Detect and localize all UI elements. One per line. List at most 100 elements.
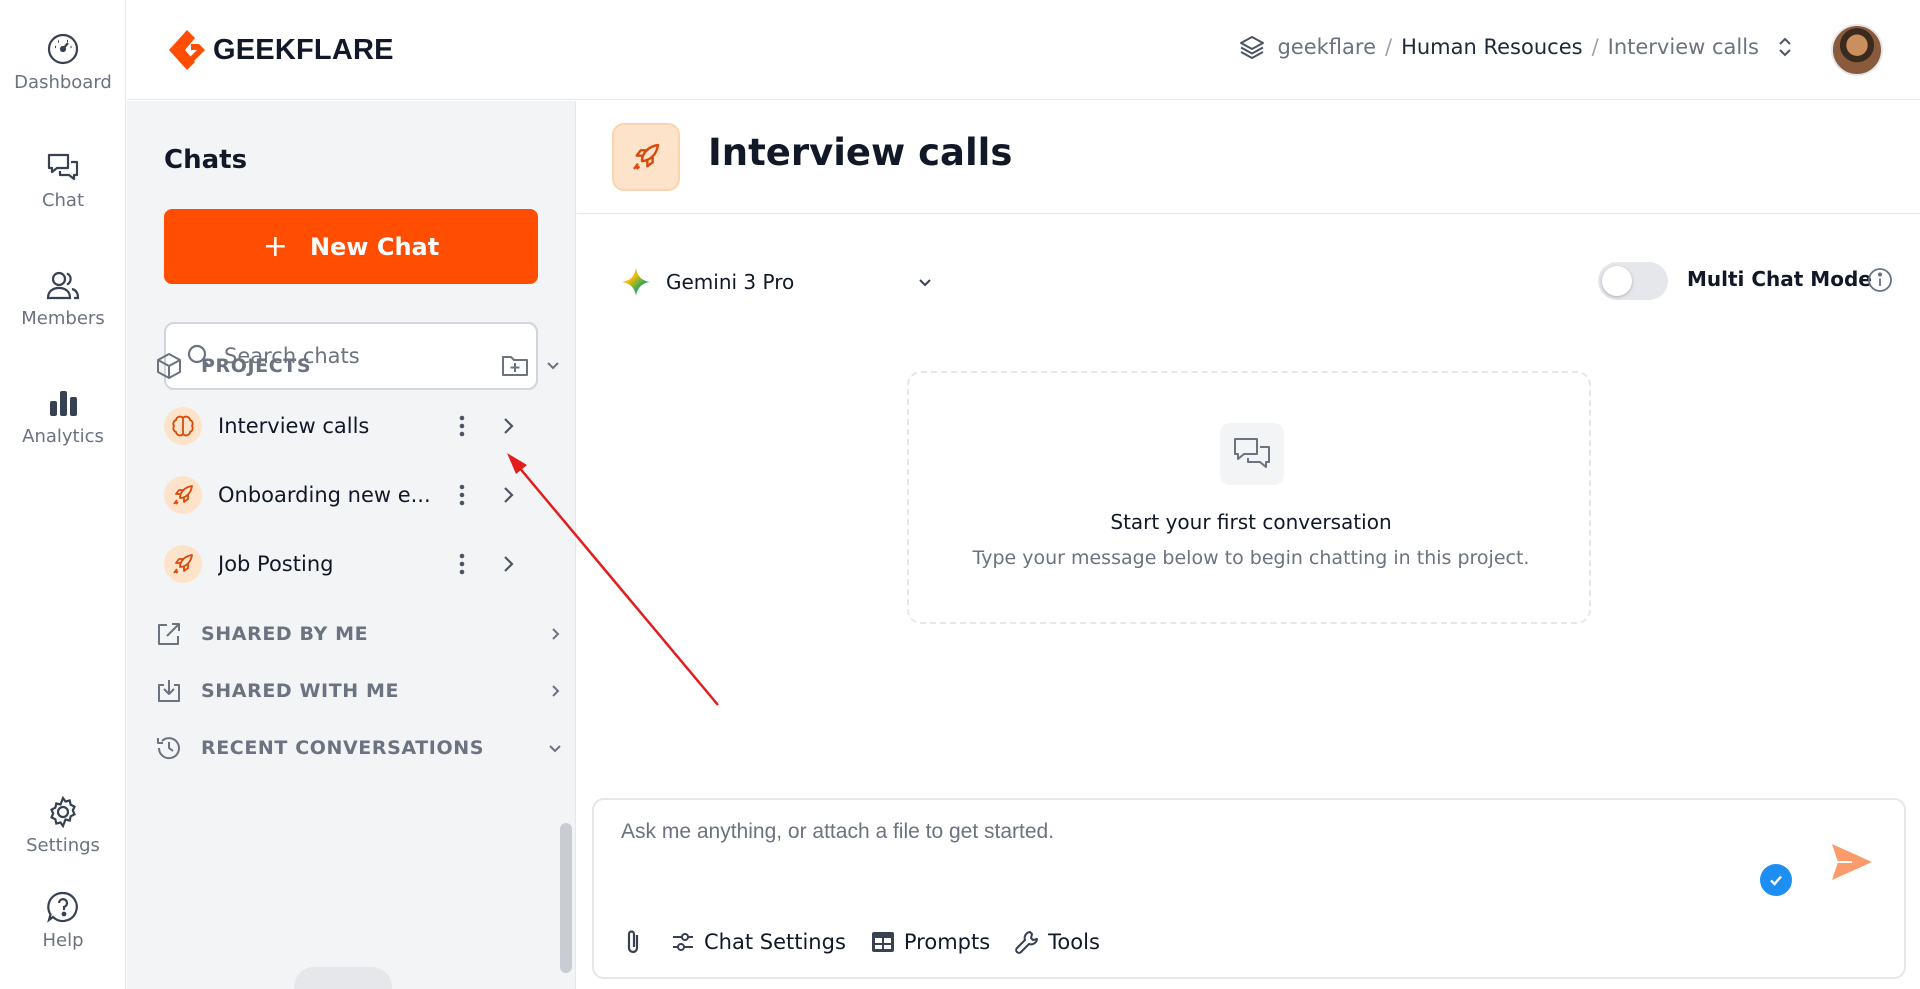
chat-settings-label: Chat Settings — [704, 930, 846, 954]
rail-item-chat[interactable]: Chat — [0, 150, 126, 211]
rocket-icon — [173, 554, 193, 574]
main-panel: Interview calls Gemini 3 Pro Multi Chat … — [577, 101, 1920, 989]
sliders-icon — [673, 933, 693, 951]
project-header-icon — [612, 123, 680, 191]
rocket-icon — [633, 143, 660, 170]
breadcrumb-team[interactable]: Human Resouces — [1401, 35, 1582, 59]
more-vertical-icon[interactable] — [455, 413, 469, 439]
chats-sidebar: Chats + New Chat PROJECTS — [127, 101, 576, 989]
chevron-up-down-icon[interactable] — [1775, 34, 1795, 60]
rail-item-dashboard[interactable]: Dashboard — [0, 32, 126, 93]
composer-toolbar: Chat Settings Prompts Tools — [620, 928, 1124, 956]
logo-text: GEEKFLARE — [213, 33, 394, 66]
model-label: Gemini 3 Pro — [666, 270, 795, 294]
rail-item-settings[interactable]: Settings — [0, 795, 126, 856]
section-shared-with-me[interactable]: SHARED WITH ME — [155, 671, 560, 711]
chat-settings-button[interactable]: Chat Settings — [670, 929, 846, 955]
layers-icon — [1240, 36, 1265, 59]
new-folder-icon[interactable] — [501, 352, 529, 378]
section-label-shared-with-me: SHARED WITH ME — [201, 680, 400, 702]
paperclip-icon — [627, 930, 639, 954]
section-label-recent: RECENT CONVERSATIONS — [201, 737, 485, 759]
left-rail: Dashboard Chat Members Analytics Setting… — [0, 0, 126, 989]
chevron-right-icon[interactable] — [545, 624, 565, 644]
project-header: Interview calls — [577, 101, 1920, 214]
download-tray-icon — [158, 680, 180, 702]
section-projects[interactable]: PROJECTS — [155, 346, 559, 386]
chevron-right-icon[interactable] — [545, 681, 565, 701]
project-item[interactable]: Onboarding new e... — [164, 470, 538, 520]
dashboard-icon — [47, 33, 79, 65]
table-icon — [871, 932, 894, 952]
model-selector[interactable]: Gemini 3 Pro — [620, 259, 960, 305]
chat-bubbles-icon — [1234, 438, 1270, 468]
sidebar-bottom-handle[interactable] — [294, 967, 392, 989]
project-icon — [164, 476, 202, 514]
wrench-icon — [1015, 931, 1039, 954]
empty-state-icon-box — [1220, 423, 1284, 485]
new-chat-label: New Chat — [309, 232, 440, 261]
members-icon — [46, 271, 80, 300]
cube-icon — [157, 353, 181, 379]
send-icon[interactable] — [1830, 842, 1874, 882]
user-avatar[interactable] — [1831, 24, 1883, 76]
rail-label-settings: Settings — [26, 835, 100, 856]
rail-label-help: Help — [42, 930, 84, 951]
prompts-label: Prompts — [903, 930, 991, 954]
verified-check-icon[interactable] — [1760, 864, 1792, 896]
chevron-right-icon[interactable] — [498, 414, 518, 438]
project-icon — [164, 407, 202, 445]
breadcrumb-workspace[interactable]: geekflare — [1277, 35, 1376, 59]
gemini-sparkle-icon — [622, 268, 650, 296]
chat-icon — [47, 153, 79, 181]
logo-mark-icon — [169, 30, 205, 70]
prompts-button[interactable]: Prompts — [870, 929, 990, 955]
rail-label-members: Members — [21, 308, 105, 329]
external-link-icon — [158, 623, 180, 645]
rail-label-dashboard: Dashboard — [14, 72, 112, 93]
geekflare-logo[interactable]: GEEKFLARE — [167, 28, 394, 72]
info-icon[interactable] — [1866, 266, 1894, 294]
empty-state-subtitle: Type your message below to begin chattin… — [972, 547, 1530, 569]
chevron-down-icon — [919, 279, 931, 287]
chevron-right-icon[interactable] — [498, 552, 518, 576]
app-root: Dashboard Chat Members Analytics Setting… — [0, 0, 1920, 989]
rail-item-help[interactable]: Help — [0, 890, 126, 951]
rocket-icon — [173, 485, 193, 505]
section-shared-by-me[interactable]: SHARED BY ME — [155, 614, 560, 654]
project-item[interactable]: Job Posting — [164, 539, 538, 589]
sidebar-title: Chats — [164, 145, 248, 175]
tools-label: Tools — [1048, 930, 1100, 954]
rail-item-analytics[interactable]: Analytics — [0, 386, 126, 447]
rail-label-analytics: Analytics — [22, 426, 104, 447]
page-title: Interview calls — [708, 131, 1013, 174]
project-item[interactable]: Interview calls — [164, 401, 538, 451]
project-label: Onboarding new e... — [218, 483, 431, 507]
more-vertical-icon[interactable] — [455, 482, 469, 508]
gear-icon — [50, 795, 76, 829]
more-vertical-icon[interactable] — [455, 551, 469, 577]
multi-chat-label: Multi Chat Mode — [1687, 267, 1872, 291]
sidebar-scrollbar[interactable] — [560, 823, 572, 973]
new-chat-button[interactable]: + New Chat — [164, 209, 538, 284]
history-icon — [157, 737, 180, 760]
tools-button[interactable]: Tools — [1014, 929, 1100, 955]
message-input[interactable] — [621, 820, 1771, 880]
chevron-right-icon[interactable] — [498, 483, 518, 507]
rail-item-members[interactable]: Members — [0, 268, 126, 329]
breadcrumb-separator: / — [1591, 35, 1599, 59]
brain-icon — [172, 415, 194, 437]
section-recent-conversations[interactable]: RECENT CONVERSATIONS — [155, 728, 561, 768]
plus-icon: + — [262, 229, 288, 264]
help-icon — [47, 891, 78, 923]
empty-state-title: Start your first conversation — [1110, 510, 1392, 534]
attach-button[interactable] — [620, 928, 646, 956]
breadcrumb[interactable]: geekflare / Human Resouces / Interview c… — [1239, 34, 1795, 60]
message-composer: Chat Settings Prompts Tools — [592, 798, 1906, 979]
chevron-down-icon[interactable] — [543, 355, 563, 375]
breadcrumb-project[interactable]: Interview calls — [1608, 35, 1759, 59]
rail-label-chat: Chat — [41, 190, 85, 211]
multi-chat-toggle[interactable] — [1598, 262, 1668, 300]
section-label-projects: PROJECTS — [201, 355, 312, 377]
chevron-down-icon[interactable] — [545, 738, 565, 758]
